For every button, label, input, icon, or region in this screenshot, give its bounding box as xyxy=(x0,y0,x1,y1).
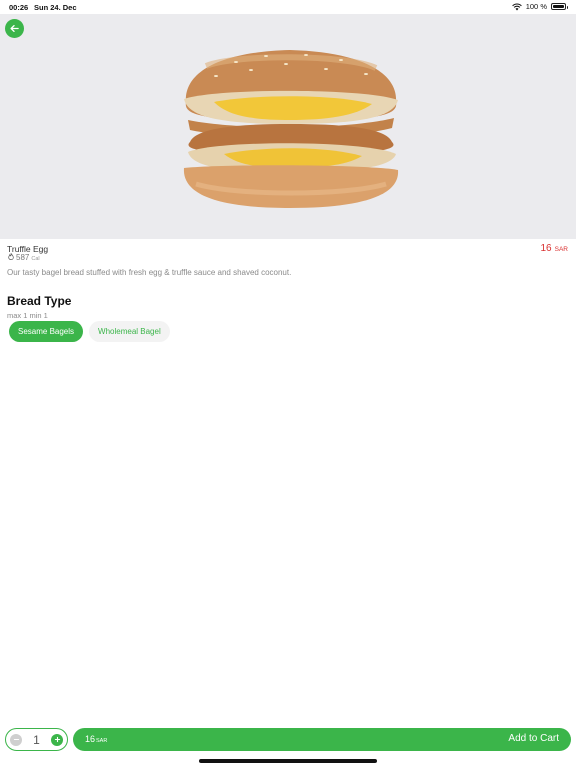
price-currency: SAR xyxy=(554,246,568,253)
cart-total-value: 16 xyxy=(85,734,96,744)
quantity-value: 1 xyxy=(33,732,40,747)
calories-value: 587 xyxy=(16,253,30,262)
status-time: 00:26 xyxy=(9,3,29,12)
battery-percent: 100 % xyxy=(525,2,547,11)
wifi-icon xyxy=(511,2,522,10)
plus-icon xyxy=(54,736,60,743)
battery-icon xyxy=(551,3,568,10)
option-group-title: Bread Type xyxy=(7,294,72,308)
add-to-cart-button[interactable]: 16 SAR Add to Cart xyxy=(73,728,571,751)
add-to-cart-label: Add to Cart xyxy=(508,733,559,744)
calories-unit: Cal xyxy=(31,256,40,262)
bagel-sandwich-image xyxy=(183,50,399,208)
home-indicator xyxy=(199,759,377,763)
bread-type-options: Sesame Bagels Wholemeal Bagel xyxy=(9,321,170,342)
option-sesame-bagels[interactable]: Sesame Bagels xyxy=(9,321,84,342)
cart-total-currency: SAR xyxy=(96,738,108,744)
status-indicators: 100 % xyxy=(511,2,568,11)
increase-quantity-button[interactable] xyxy=(51,733,63,746)
cart-bar: 1 16 SAR Add to Cart xyxy=(0,728,576,752)
option-wholemeal-bagel[interactable]: Wholemeal Bagel xyxy=(89,321,170,342)
back-button[interactable] xyxy=(5,19,24,38)
option-group-rule: max 1 min 1 xyxy=(7,311,48,320)
price-value: 16 xyxy=(540,243,552,254)
flame-icon xyxy=(8,253,14,260)
status-bar: 00:26 Sun 24. Dec 100 % xyxy=(0,0,576,14)
product-price: 16 SAR xyxy=(541,243,569,254)
arrow-left-icon xyxy=(10,24,19,33)
status-date: Sun 24. Dec xyxy=(34,3,77,12)
decrease-quantity-button[interactable] xyxy=(10,733,22,746)
cart-total: 16 SAR xyxy=(85,734,107,744)
minus-icon xyxy=(13,738,19,741)
product-description: Our tasty bagel bread stuffed with fresh… xyxy=(7,268,292,277)
calories: 587 Cal xyxy=(8,253,40,262)
quantity-stepper: 1 xyxy=(5,728,68,751)
product-hero xyxy=(0,14,576,239)
